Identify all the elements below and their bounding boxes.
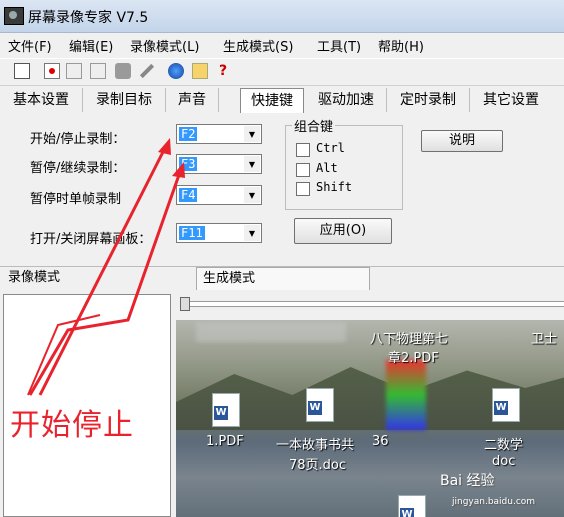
watermark-url: jingyan.baidu.com bbox=[452, 497, 536, 507]
annotation-text: 开始停止 bbox=[10, 408, 134, 443]
watermark-brand: Bai 经验 bbox=[440, 473, 495, 489]
